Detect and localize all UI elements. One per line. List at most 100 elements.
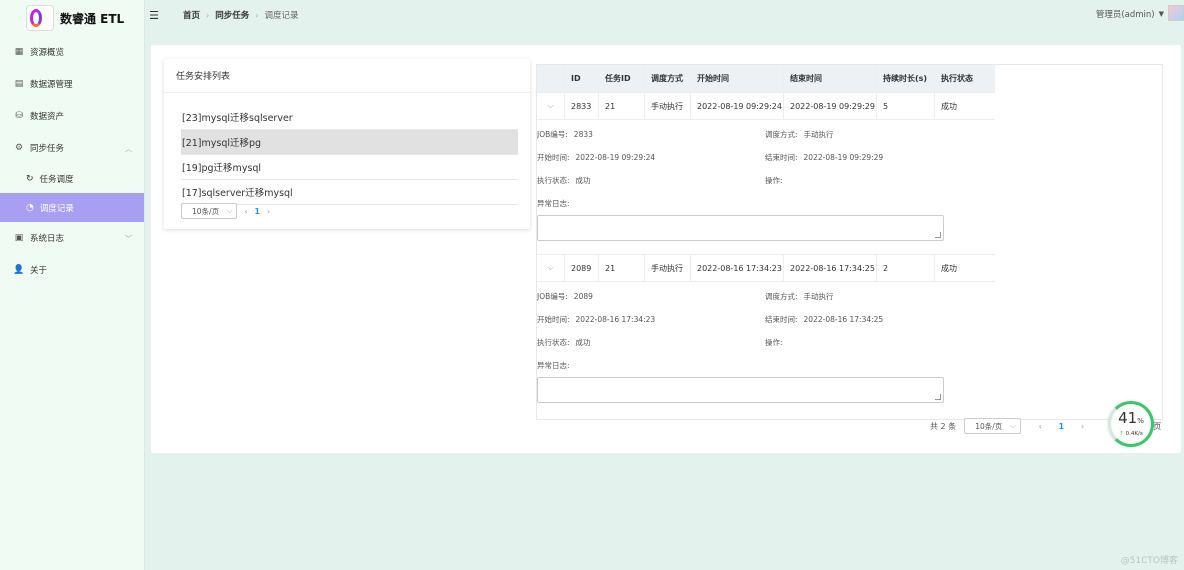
detail-mode: 调度方式: 手动执行 [765, 130, 834, 139]
detail-mode: 调度方式: 手动执行 [765, 292, 834, 301]
sidebar-item-sync-tasks[interactable]: ⚙ 同步任务 ︿ [0, 132, 144, 164]
row-detail: JOB编号: 2833 调度方式: 手动执行 开始时间: 2022-08-19 09:… [537, 120, 995, 254]
page-size-value: 10条/页 [975, 421, 1003, 431]
task-list-item[interactable]: [17]sqlserver迁移mysql [181, 180, 518, 205]
task-list: [23]mysql迁移sqlserver [21]mysql迁移pg [19]p… [181, 105, 518, 205]
user-icon: 👤 [13, 265, 25, 275]
records-table: ID 任务ID 调度方式 开始时间 结束时间 持续时长(s) 执行状态 ⌵ 28… [536, 64, 1163, 420]
expand-chevron-icon[interactable]: ⌵ [537, 255, 565, 281]
detail-error-label: 异常日志: [537, 361, 570, 370]
speed-rate: ↑ 0.4K/s [1119, 431, 1143, 437]
cell-task-id: 21 [599, 255, 645, 281]
sidebar-item-system-log[interactable]: ▣ 系统日志 ﹀ [0, 222, 144, 254]
sidebar-item-overview[interactable]: ▦ 资源概览 [0, 36, 144, 68]
detail-job: JOB编号: 2833 [537, 130, 593, 139]
cell-task-id: 21 [599, 93, 645, 119]
breadcrumb-separator-icon: › [255, 10, 259, 20]
detail-job: JOB编号: 2089 [537, 292, 593, 301]
detail-start: 开始时间: 2022-08-19 09:29:24 [537, 153, 656, 162]
cell-id: 2833 [565, 93, 599, 119]
cell-mode: 手动执行 [645, 255, 691, 281]
sidebar-item-label: 同步任务 [30, 144, 65, 154]
cell-status: 成功 [941, 101, 957, 111]
goto-page-suffix: 页 [1153, 421, 1162, 431]
chevron-down-icon: ⌵ [1010, 421, 1016, 430]
table-row[interactable]: ⌵ 2833 21 手动执行 2022-08-19 09:29:24 2022-… [537, 92, 995, 120]
cell-id: 2089 [565, 255, 599, 281]
arrow-up-icon: ↑ [1119, 431, 1124, 437]
cell-mode: 手动执行 [645, 93, 691, 119]
header: ☰ 首页 › 同步任务 › 调度记录 管理员(admin) ▼ [145, 0, 1184, 30]
detail-start: 开始时间: 2022-08-16 17:34:23 [537, 315, 656, 324]
error-log-textarea[interactable] [537, 377, 944, 403]
menu-toggle-icon[interactable]: ☰ [148, 9, 160, 22]
expand-chevron-icon[interactable]: ⌵ [537, 93, 565, 119]
chevron-down-icon: ﹀ [125, 235, 132, 243]
detail-end: 结束时间: 2022-08-16 17:34:25 [765, 315, 884, 324]
sidebar-item-datasource[interactable]: ▤ 数据源管理 [0, 68, 144, 100]
prev-page-icon[interactable]: ‹ [1039, 422, 1042, 431]
sidebar-item-about[interactable]: 👤 关于 [0, 254, 144, 286]
page-number[interactable]: 1 [255, 207, 260, 216]
user-name: 管理员(admin) [1095, 10, 1155, 20]
task-list-item[interactable]: [19]pg迁移mysql [181, 155, 518, 180]
breadcrumb-sync-tasks[interactable]: 同步任务 [215, 9, 249, 21]
table-header: ID 任务ID 调度方式 开始时间 结束时间 持续时长(s) 执行状态 [537, 65, 995, 92]
detail-end: 结束时间: 2022-08-19 09:29:29 [765, 153, 884, 162]
panel-title: 任务安排列表 [164, 59, 530, 93]
database-icon: ▤ [14, 79, 24, 89]
speed-percent: 41% [1118, 409, 1144, 427]
page-size-select[interactable]: 10条/页 ⌵ [181, 203, 238, 219]
sidebar-item-label: 资源概览 [30, 48, 65, 58]
cell-duration: 5 [877, 93, 935, 119]
error-log-textarea[interactable] [537, 215, 944, 241]
storage-icon: ⛁ [15, 111, 23, 121]
total-count: 共 2 条 [930, 421, 957, 431]
chevron-up-icon: ︿ [125, 145, 132, 153]
page-size-select[interactable]: 10条/页 ⌵ [964, 418, 1021, 434]
column-header: 任务ID [599, 65, 645, 92]
user-menu[interactable]: 管理员(admin) ▼ [1096, 8, 1164, 20]
cell-start: 2022-08-16 17:34:23 [691, 255, 784, 281]
next-page-icon[interactable]: › [1081, 422, 1084, 431]
sidebar-item-label: 关于 [30, 266, 48, 276]
sidebar-item-label: 系统日志 [30, 234, 65, 244]
network-speed-widget[interactable]: 41% ↑ 0.4K/s [1108, 401, 1154, 447]
sidebar-menu: ▦ 资源概览 ▤ 数据源管理 ⛁ 数据资产 ⚙ 同步任务 ︿ ↻ 任务调度 ◔ … [0, 36, 144, 286]
page-number[interactable]: 1 [1059, 422, 1064, 431]
column-header: 开始时间 [691, 65, 784, 92]
sidebar-item-assets[interactable]: ⛁ 数据资产 [0, 100, 144, 132]
breadcrumb-separator-icon: › [206, 10, 210, 20]
app-title: 数睿通 ETL [60, 11, 125, 26]
cell-end: 2022-08-19 09:29:29 [784, 93, 877, 119]
sidebar: 数睿通 ETL ▦ 资源概览 ▤ 数据源管理 ⛁ 数据资产 ⚙ 同步任务 ︿ ↻… [0, 0, 145, 570]
avatar[interactable] [1168, 5, 1184, 21]
clock-icon: ◔ [26, 202, 34, 213]
task-list-item[interactable]: [21]mysql迁移pg [181, 130, 518, 155]
cell-duration: 2 [877, 255, 935, 281]
main-content: 任务安排列表 [23]mysql迁移sqlserver [21]mysql迁移p… [151, 45, 1181, 453]
breadcrumb-home[interactable]: 首页 [183, 9, 200, 21]
detail-status: 执行状态: 成功 [537, 338, 591, 347]
sidebar-item-label: 数据源管理 [30, 80, 73, 90]
table-row[interactable]: ⌵ 2089 21 手动执行 2022-08-16 17:34:23 2022-… [537, 254, 995, 282]
logo[interactable]: 数睿通 ETL [0, 0, 144, 36]
detail-ops: 操作: [765, 338, 783, 347]
breadcrumb: 首页 › 同步任务 › 调度记录 [183, 9, 298, 22]
next-page-icon[interactable]: › [267, 207, 270, 216]
column-header: 持续时长(s) [877, 65, 935, 92]
row-detail: JOB编号: 2089 调度方式: 手动执行 开始时间: 2022-08-16 17:… [537, 282, 995, 416]
expand-column-header [537, 65, 565, 92]
sidebar-subitem-schedule-records[interactable]: ◔ 调度记录 [0, 193, 144, 222]
column-header: ID [565, 65, 599, 92]
watermark: @51CTO博客 [1120, 556, 1178, 566]
sidebar-item-label: 调度记录 [39, 203, 74, 214]
task-list-item[interactable]: [23]mysql迁移sqlserver [181, 105, 518, 130]
sidebar-subitem-task-schedule[interactable]: ↻ 任务调度 [0, 164, 144, 193]
gear-icon: ⚙ [14, 143, 24, 153]
page-size-value: 10条/页 [192, 206, 220, 216]
task-list-panel: 任务安排列表 [23]mysql迁移sqlserver [21]mysql迁移p… [164, 59, 530, 229]
prev-page-icon[interactable]: ‹ [244, 207, 247, 216]
detail-status: 执行状态: 成功 [537, 176, 591, 185]
cell-start: 2022-08-19 09:29:24 [691, 93, 784, 119]
